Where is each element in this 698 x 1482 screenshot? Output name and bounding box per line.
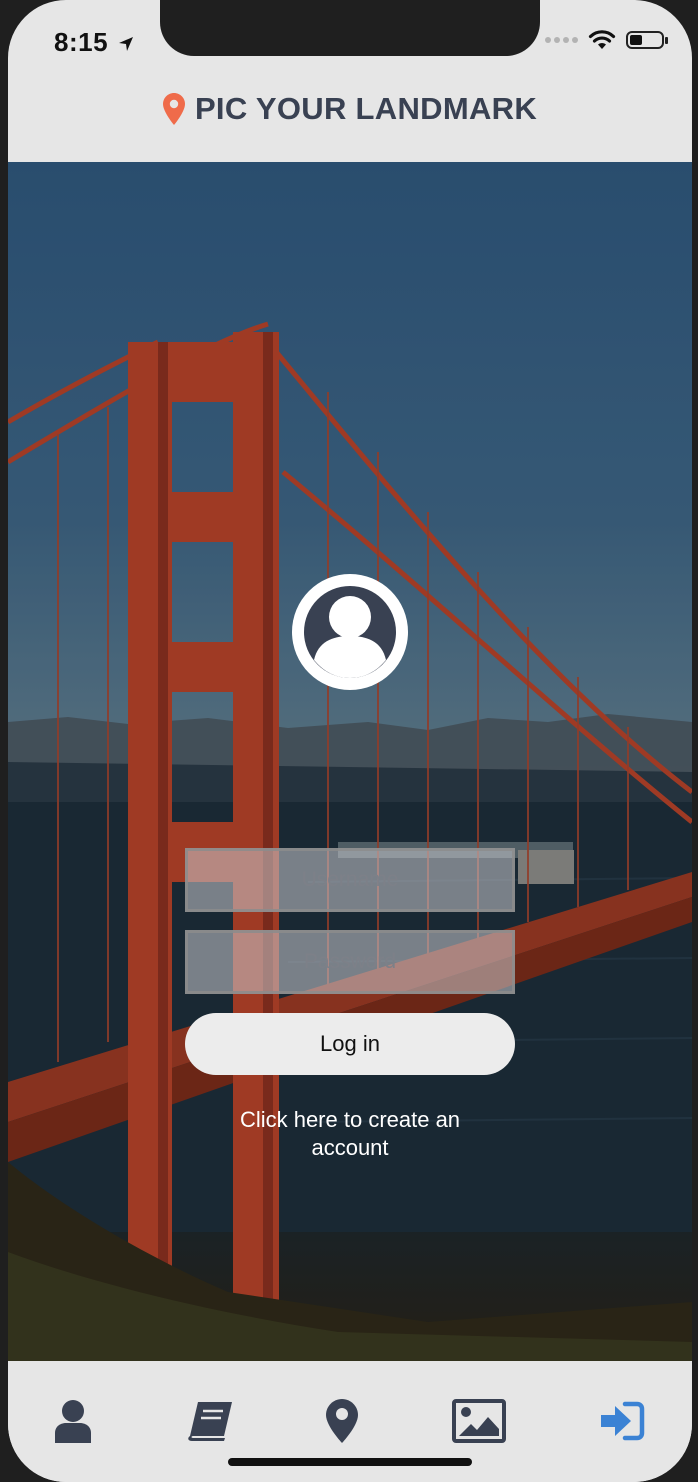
map-pin-icon [326, 1399, 358, 1443]
app-title: PIC YOUR LANDMARK [194, 91, 538, 126]
home-indicator[interactable] [228, 1458, 472, 1466]
wifi-icon [588, 30, 616, 49]
book-icon [188, 1402, 232, 1441]
tab-gallery[interactable] [451, 1397, 507, 1445]
cellular-signal-icon [545, 37, 578, 43]
sign-in-icon [601, 1401, 645, 1441]
tab-login[interactable] [594, 1397, 650, 1445]
battery-icon [626, 31, 668, 49]
phone-screen: 8:15 PIC YOUR LANDMARK Username Log in C… [8, 0, 692, 1482]
login-button[interactable]: Log in [185, 1013, 515, 1075]
location-arrow-icon [118, 37, 133, 52]
status-time: 8:15 [54, 27, 134, 58]
app-header: PIC YOUR LANDMARK [8, 56, 692, 162]
hero-dim-overlay [8, 162, 692, 1361]
create-account-link[interactable]: Click here to create an account [200, 1106, 500, 1162]
username-input[interactable] [185, 848, 515, 912]
hero-background: Log in Click here to create an account [8, 162, 692, 1361]
tab-map[interactable] [314, 1397, 370, 1445]
tab-guide[interactable] [182, 1397, 238, 1445]
status-time-text: 8:15 [54, 27, 109, 57]
status-indicators [545, 30, 668, 50]
map-pin-logo-icon [162, 93, 185, 125]
user-icon [55, 1400, 91, 1443]
user-avatar-icon [292, 574, 408, 690]
image-icon [452, 1399, 506, 1443]
password-input[interactable] [185, 930, 515, 994]
device-notch [160, 0, 540, 56]
tab-profile[interactable] [45, 1397, 101, 1445]
